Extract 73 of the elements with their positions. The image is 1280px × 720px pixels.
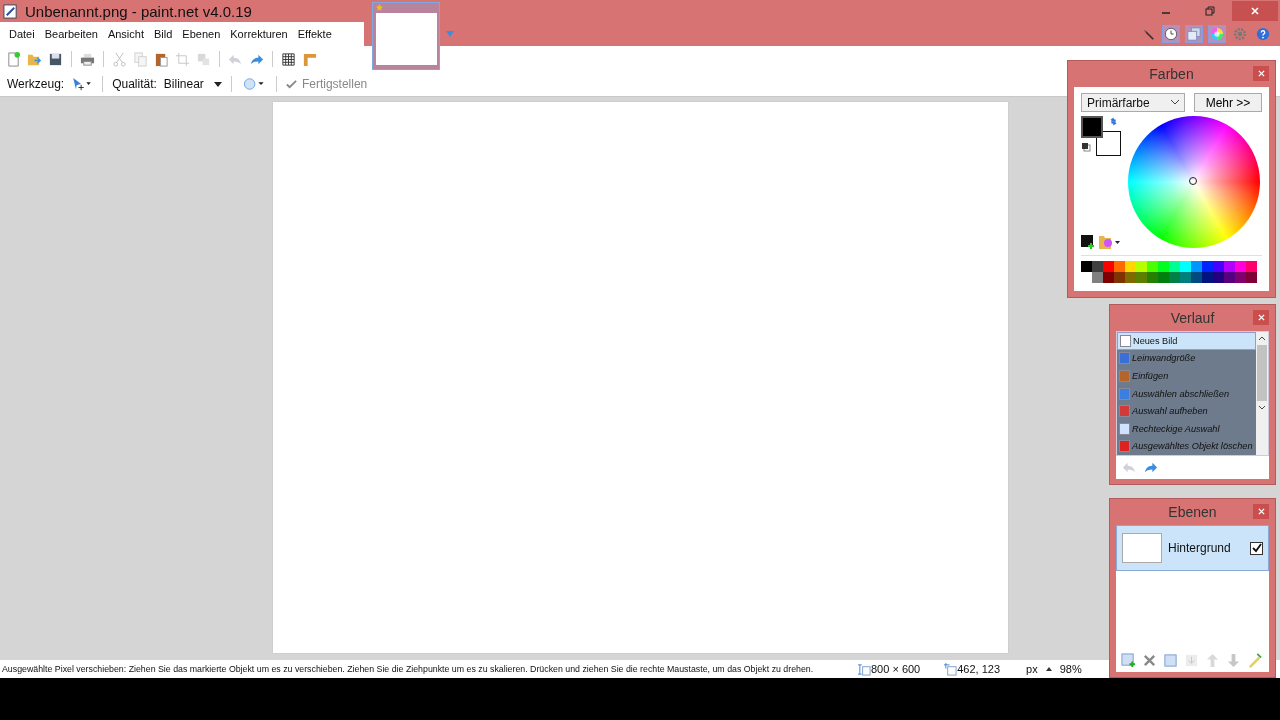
status-hint: Ausgewählte Pixel verschieben: Ziehen Sie das markierte Objekt um es zu verschieben. Ziehen Sie die Ziehpunkte um es zu skalieren. Drücken und ziehen Sie die rechte Maustaste, um das Objekt zu drehen. [2, 664, 815, 674]
unit-selector[interactable]: px [1026, 663, 1038, 675]
window-title: Unbenannt.png - paint.net v4.0.19 [25, 2, 252, 20]
close-icon [1257, 314, 1265, 321]
image-thumbnail[interactable] [372, 2, 440, 70]
more-button[interactable]: Mehr >> [1194, 93, 1262, 112]
tool-label: Werkzeug: [7, 77, 65, 91]
history-item[interactable]: Auswahl aufheben [1117, 402, 1256, 420]
menu-item[interactable]: Korrekturen [225, 28, 293, 40]
history-item[interactable]: Neues Bild [1117, 332, 1256, 350]
layer-thumbnail [1122, 533, 1162, 563]
add-layer-icon[interactable] [1121, 652, 1136, 668]
layer-name: Hintergrund [1168, 541, 1232, 555]
history-item[interactable]: Auswählen abschließen [1117, 384, 1256, 403]
add-color-icon[interactable] [1081, 235, 1095, 249]
close-button[interactable] [1253, 310, 1269, 325]
menu-item[interactable]: Ebenen [177, 28, 226, 40]
help-icon[interactable] [1254, 25, 1272, 43]
star-icon [376, 4, 383, 11]
image-size: 800 × 600 [871, 663, 921, 675]
primary-color-swatch[interactable] [1081, 116, 1103, 138]
properties-icon[interactable] [1247, 652, 1262, 668]
layers-icon[interactable] [1185, 25, 1203, 43]
zoom-up-icon[interactable] [1045, 667, 1052, 671]
restore-icon[interactable] [1204, 5, 1216, 17]
redo-icon[interactable] [1143, 460, 1158, 475]
duplicate-layer-icon[interactable] [1163, 652, 1178, 668]
history-item[interactable]: Leinwandgröße [1117, 349, 1256, 368]
scroll-down-icon[interactable] [1258, 405, 1266, 410]
paste-icon[interactable] [154, 51, 169, 67]
history-item[interactable]: Einfügen [1117, 367, 1256, 385]
close-icon [1257, 508, 1265, 515]
app-icon [3, 3, 18, 19]
printer-icon[interactable] [80, 51, 95, 67]
close-button[interactable] [1253, 504, 1269, 519]
caret-icon [213, 81, 222, 87]
swap-icon[interactable] [1109, 117, 1118, 126]
cursor-position: 462, 123 [957, 663, 1001, 675]
scrollbar[interactable] [1256, 332, 1268, 455]
menu-item[interactable]: Bearbeiten [39, 28, 103, 40]
ruler-icon[interactable] [302, 51, 317, 67]
history-item[interactable]: Ausgewähltes Objekt löschen [1117, 437, 1256, 455]
menu-item[interactable]: Effekte [292, 28, 337, 40]
reset-colors-icon[interactable] [1081, 142, 1091, 152]
grid-icon[interactable] [281, 51, 296, 67]
panel-title: Verlauf [1170, 310, 1215, 326]
secondary-color-swatch[interactable] [1096, 131, 1121, 156]
chevron-icon [1171, 100, 1179, 105]
menu-item[interactable]: Ansicht [102, 28, 149, 40]
close-button[interactable] [1253, 66, 1269, 81]
visibility-checkbox[interactable] [1250, 541, 1263, 555]
delete-layer-icon[interactable] [1142, 652, 1157, 668]
quality-dropdown[interactable]: Bilinear [163, 77, 222, 91]
panel-title: Ebenen [1168, 504, 1217, 520]
scroll-up-icon[interactable] [1258, 336, 1266, 341]
tool-picker[interactable] [71, 77, 94, 91]
color-wheel-icon[interactable] [1208, 25, 1226, 43]
history-item[interactable]: Rechteckige Auswahl [1117, 419, 1256, 438]
new-file-icon[interactable] [6, 51, 21, 67]
color-dropdown[interactable]: Primärfarbe [1081, 93, 1185, 112]
clock-icon[interactable] [1162, 25, 1180, 43]
layer-row[interactable]: Hintergrund [1116, 525, 1269, 571]
menu-item[interactable]: Datei [4, 28, 40, 40]
close-icon [1250, 6, 1260, 16]
check-icon [285, 78, 297, 90]
save-icon[interactable] [48, 51, 63, 67]
palette-folder-icon[interactable] [1099, 235, 1121, 249]
menu-item[interactable]: Bild [149, 28, 178, 40]
zoom-level[interactable]: 98% [1059, 663, 1082, 675]
close-button[interactable] [1232, 1, 1278, 21]
panel-title: Farben [1149, 66, 1194, 82]
close-icon [1257, 70, 1265, 77]
quality-label: Qualität: [112, 77, 157, 91]
